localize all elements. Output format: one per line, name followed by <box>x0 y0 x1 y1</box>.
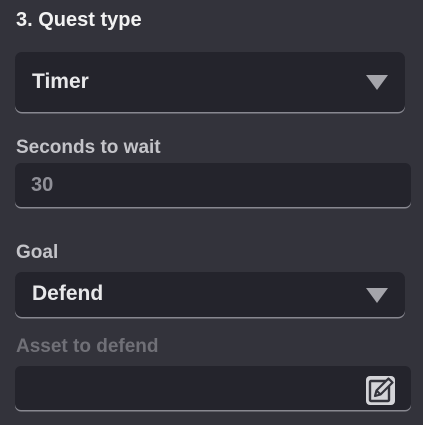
seconds-to-wait-value: 30 <box>31 174 54 196</box>
goal-select-value: Defend <box>32 282 104 305</box>
goal-select[interactable]: Defend <box>15 272 405 317</box>
seconds-to-wait-input[interactable]: 30 <box>15 163 411 207</box>
section-title: 3. Quest type <box>16 9 142 31</box>
chevron-down-icon <box>366 75 388 90</box>
goal-label: Goal <box>16 242 59 263</box>
quest-type-select[interactable]: Timer <box>15 52 405 112</box>
edit-icon[interactable] <box>364 374 397 407</box>
asset-to-defend-input[interactable] <box>15 366 411 410</box>
asset-to-defend-label: Asset to defend <box>16 336 159 357</box>
seconds-to-wait-label: Seconds to wait <box>16 137 161 158</box>
quest-type-select-value: Timer <box>32 70 89 93</box>
chevron-down-icon <box>366 288 388 303</box>
